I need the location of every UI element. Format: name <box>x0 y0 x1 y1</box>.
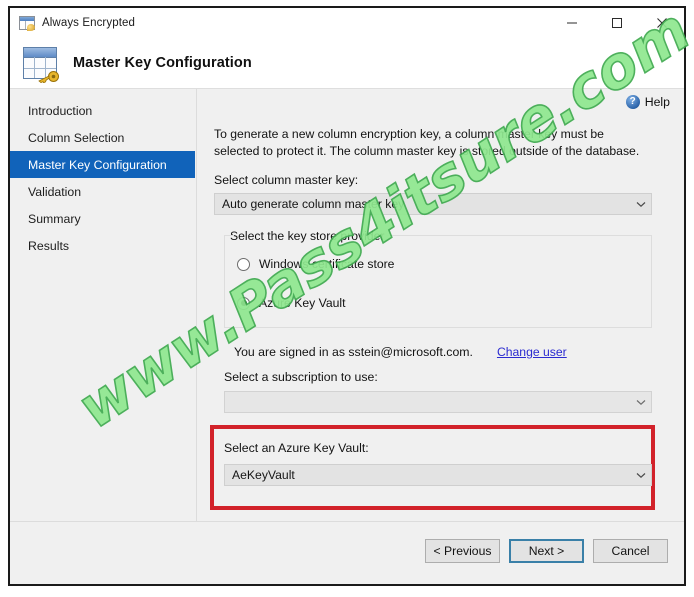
minimize-icon[interactable] <box>549 8 594 38</box>
key-store-provider-group: Windows certificate store Azure Key Vaul… <box>224 235 652 328</box>
wizard-steps-sidebar: Introduction Column Selection Master Key… <box>10 89 197 522</box>
chevron-down-icon <box>631 201 651 208</box>
column-master-key-value: Auto generate column master key <box>222 197 405 211</box>
azure-key-vault-label: Select an Azure Key Vault: <box>224 441 369 455</box>
screenshot-root: Always Encrypted Master Key Configuratio… <box>0 0 694 597</box>
chevron-down-icon <box>631 399 651 406</box>
maximize-icon[interactable] <box>594 8 639 38</box>
radio-label-windows-certificate-store: Windows certificate store <box>259 257 395 271</box>
page-title: Master Key Configuration <box>73 55 252 71</box>
radio-button-icon <box>237 257 250 271</box>
signed-in-row: You are signed in as sstein@microsoft.co… <box>234 345 567 359</box>
sidebar-item-validation[interactable]: Validation <box>10 178 196 205</box>
radio-windows-certificate-store[interactable]: Windows certificate store <box>237 257 394 271</box>
sidebar-item-results[interactable]: Results <box>10 232 196 259</box>
cancel-button[interactable]: Cancel <box>593 539 668 563</box>
signed-in-text: You are signed in as sstein@microsoft.co… <box>234 345 473 359</box>
subscription-label: Select a subscription to use: <box>224 370 378 384</box>
help-link[interactable]: Help <box>625 94 670 109</box>
table-key-icon <box>19 16 35 31</box>
chevron-down-icon <box>631 472 651 479</box>
sidebar-item-introduction[interactable]: Introduction <box>10 97 196 124</box>
page-header: Master Key Configuration <box>10 38 684 89</box>
column-master-key-label: Select column master key: <box>214 173 359 187</box>
change-user-link[interactable]: Change user <box>497 345 567 359</box>
azure-key-vault-value: AeKeyVault <box>232 468 295 482</box>
subscription-select[interactable] <box>224 391 652 413</box>
help-label: Help <box>644 95 670 109</box>
sidebar-item-master-key-configuration[interactable]: Master Key Configuration <box>10 151 195 178</box>
column-master-key-select[interactable]: Auto generate column master key <box>214 193 652 215</box>
previous-button[interactable]: < Previous <box>425 539 500 563</box>
radio-button-selected-icon <box>237 296 250 310</box>
window-titlebar: Always Encrypted <box>10 8 684 38</box>
intro-description: To generate a new column encryption key,… <box>214 127 640 158</box>
window-title: Always Encrypted <box>42 17 135 29</box>
sidebar-item-column-selection[interactable]: Column Selection <box>10 124 196 151</box>
wizard-body: Introduction Column Selection Master Key… <box>10 89 684 522</box>
table-key-icon <box>23 47 59 83</box>
always-encrypted-wizard-window: Always Encrypted Master Key Configuratio… <box>8 6 686 586</box>
azure-key-vault-select[interactable]: AeKeyVault <box>224 464 652 486</box>
radio-label-azure-key-vault: Azure Key Vault <box>259 296 346 310</box>
wizard-footer: < Previous Next > Cancel <box>10 521 684 584</box>
radio-azure-key-vault[interactable]: Azure Key Vault <box>237 296 345 310</box>
footer-button-group: < Previous Next > Cancel <box>425 539 668 563</box>
key-icon <box>38 71 59 83</box>
next-button[interactable]: Next > <box>509 539 584 563</box>
wizard-content-pane: Help To generate a new column encryption… <box>198 89 684 522</box>
help-icon <box>625 94 640 109</box>
window-controls <box>549 8 684 38</box>
close-icon[interactable] <box>639 8 684 38</box>
sidebar-item-summary[interactable]: Summary <box>10 205 196 232</box>
